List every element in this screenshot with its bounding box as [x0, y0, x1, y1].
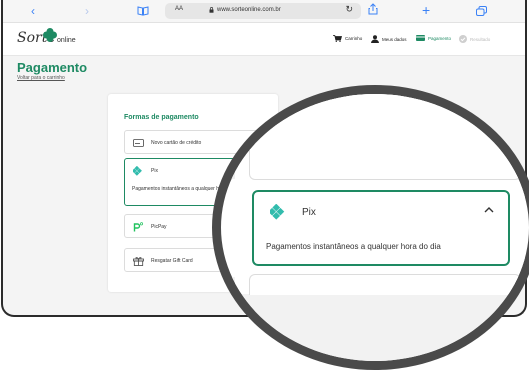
- lock-icon: [209, 7, 214, 13]
- magnified-pix-icon: [270, 204, 285, 220]
- nav-payment-label: Pagamento: [428, 35, 452, 41]
- site-header: Sorte online Carrinho Meus dados Pagamen…: [3, 23, 525, 56]
- page-title: Pagamento: [17, 60, 88, 75]
- section-title: Formas de pagamento: [124, 114, 199, 121]
- url-text: www.sorteonline.com.br: [217, 7, 281, 13]
- credit-card-icon: [133, 139, 144, 147]
- nav-my-data-label: Meus dados: [382, 36, 407, 42]
- address-bar[interactable]: AA www.sorteonline.com.br ↻: [165, 3, 361, 19]
- forward-icon[interactable]: ›: [85, 3, 89, 19]
- chevron-up-icon[interactable]: [484, 206, 494, 213]
- nav-result-label: Resultado: [470, 36, 491, 42]
- browser-toolbar: ‹ › AA www.sorteonline.com.br ↻ +: [3, 0, 525, 23]
- bookmarks-icon[interactable]: [137, 4, 149, 20]
- user-icon: [371, 35, 379, 43]
- share-icon[interactable]: [368, 3, 378, 19]
- magnifier-lens: Pix Pagamentos instantâneos a qualquer h…: [212, 85, 529, 370]
- logo-sub: online: [57, 37, 76, 44]
- nav-payment[interactable]: Pagamento: [416, 35, 451, 41]
- tabs-icon[interactable]: [476, 4, 487, 20]
- back-to-cart-link[interactable]: Voltar para o carrinho: [17, 75, 65, 81]
- magnified-next-option: [249, 274, 521, 295]
- pix-icon: [133, 166, 142, 176]
- nav-result: Resultado: [459, 35, 490, 43]
- cart-icon: [333, 35, 342, 42]
- option-pix-label: Pix: [151, 168, 158, 174]
- card-icon: [416, 35, 425, 41]
- nav-cart[interactable]: Carrinho: [333, 35, 362, 42]
- nav-cart-label: Carrinho: [345, 36, 363, 41]
- picpay-icon: [133, 222, 144, 232]
- gift-icon: [133, 256, 144, 266]
- nav-my-data[interactable]: Meus dados: [371, 35, 407, 43]
- new-tab-icon[interactable]: +: [422, 2, 430, 18]
- clover-logo-icon: [43, 28, 57, 42]
- option-gift-card-label: Resgatar Gift Card: [151, 258, 193, 264]
- text-size-button[interactable]: AA: [175, 6, 183, 12]
- magnified-pix-option[interactable]: Pix Pagamentos instantâneos a qualquer h…: [252, 190, 510, 266]
- reload-icon[interactable]: ↻: [345, 4, 353, 15]
- magnified-pix-label: Pix: [302, 207, 316, 218]
- option-picpay-label: PicPay: [151, 224, 167, 230]
- magnified-previous-option: [249, 149, 521, 180]
- magnified-pix-description: Pagamentos instantâneos a qualquer hora …: [266, 242, 441, 251]
- check-circle-icon: [459, 35, 467, 43]
- option-credit-card-label: Novo cartão de crédito: [151, 140, 202, 146]
- back-icon[interactable]: ‹: [31, 3, 35, 19]
